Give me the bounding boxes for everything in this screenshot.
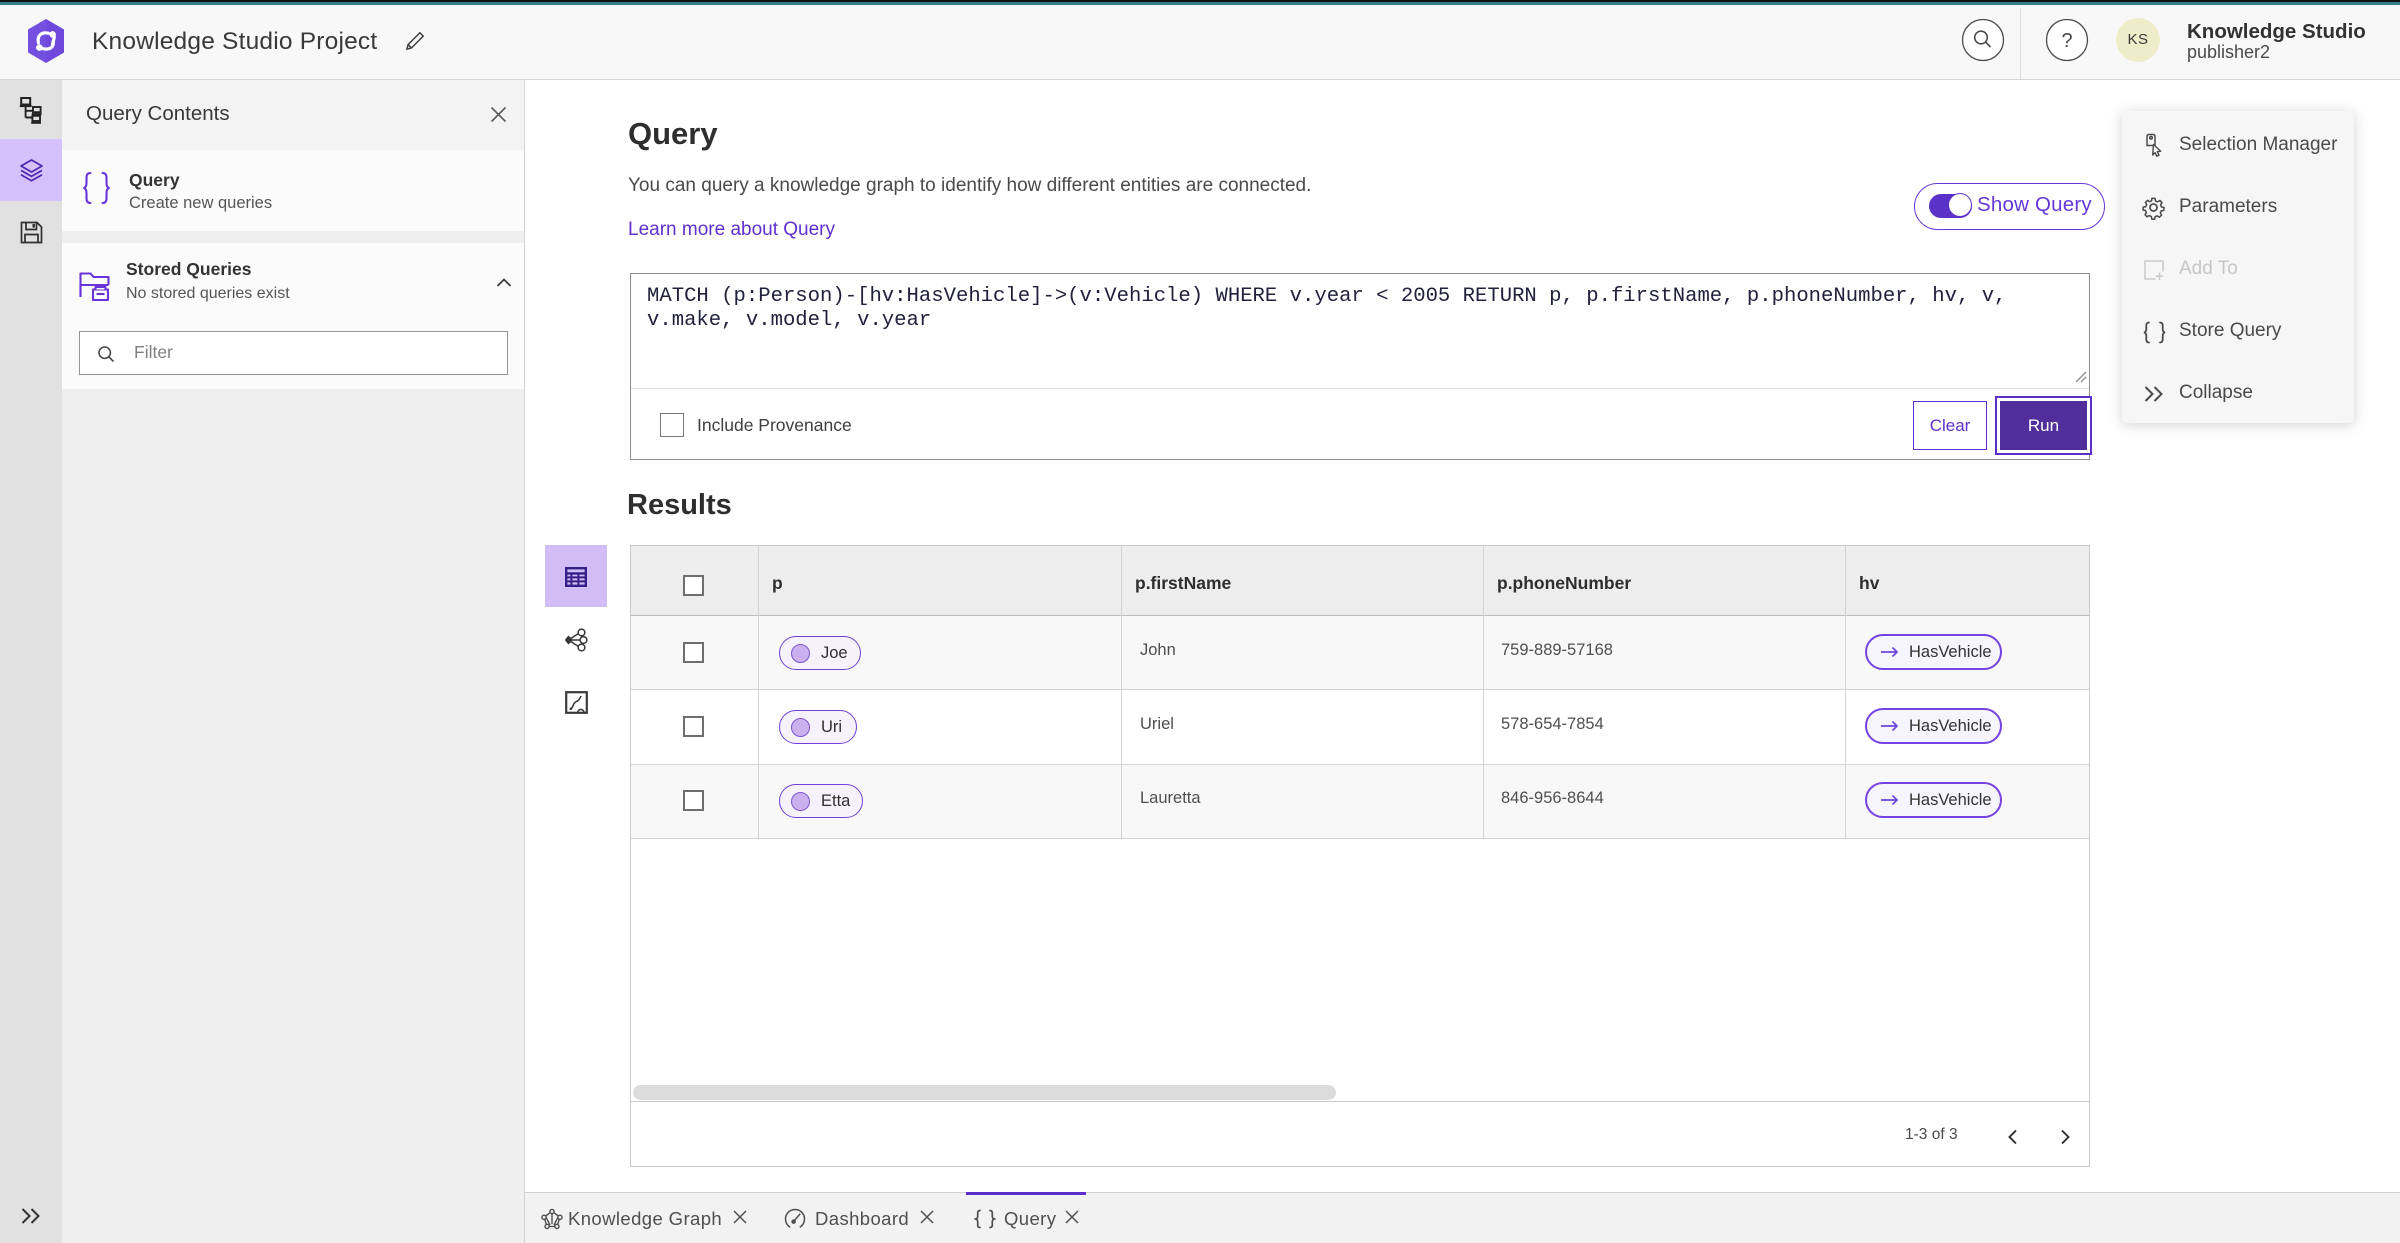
svg-text:?: ?	[2061, 30, 2072, 52]
